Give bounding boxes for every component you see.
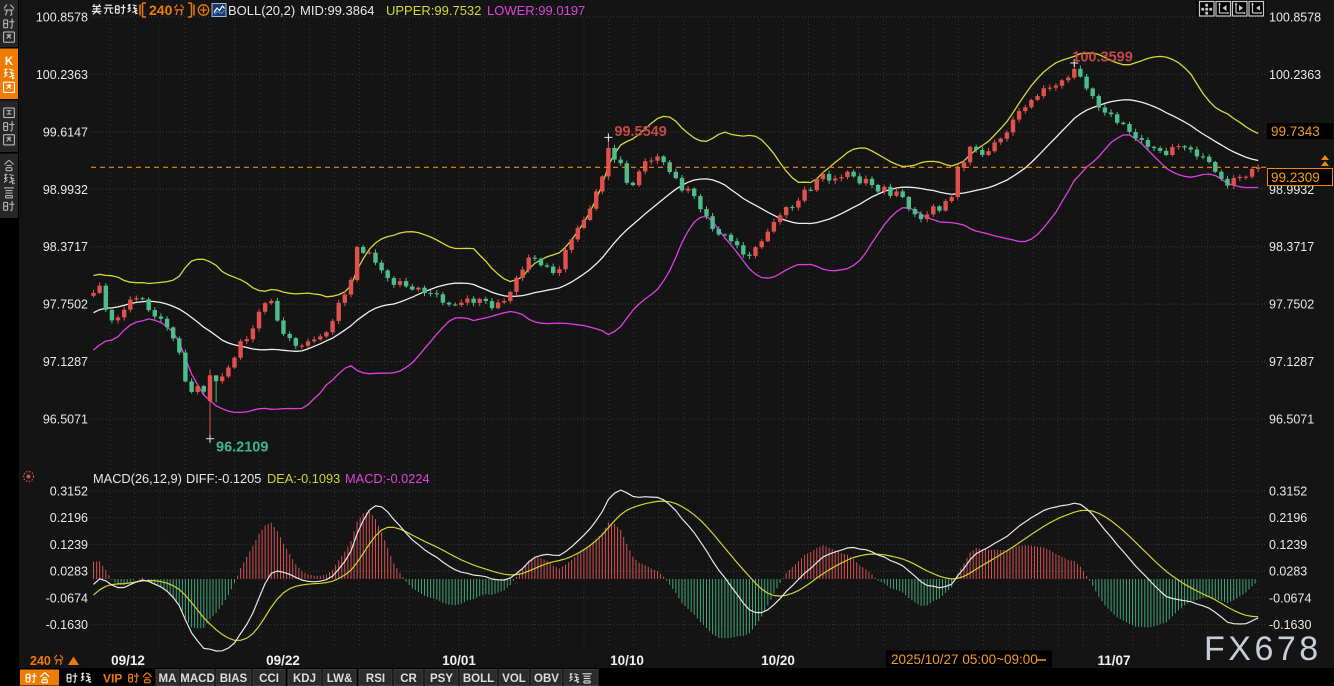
svg-text:11/07: 11/07 [1097, 653, 1130, 668]
svg-text:MACD: MACD [180, 673, 215, 685]
svg-text:96.5071: 96.5071 [1269, 413, 1314, 427]
svg-text:OBV: OBV [534, 673, 559, 685]
svg-text:MID:99.3864: MID:99.3864 [300, 3, 374, 18]
svg-text:97.1287: 97.1287 [43, 355, 88, 369]
svg-text:96.5071: 96.5071 [43, 413, 88, 427]
svg-text:2025/10/27 05:00~09:00: 2025/10/27 05:00~09:00 [891, 652, 1038, 667]
svg-text:BOLL: BOLL [463, 673, 494, 685]
svg-text:10/01: 10/01 [442, 653, 476, 668]
svg-text:0.3152: 0.3152 [50, 484, 88, 498]
svg-text:98.3717: 98.3717 [1269, 240, 1314, 254]
svg-text:CR: CR [400, 673, 417, 685]
svg-text:-0.1630: -0.1630 [46, 618, 88, 632]
svg-text:DEA:-0.1093: DEA:-0.1093 [267, 471, 340, 486]
svg-text:100.2363: 100.2363 [1269, 68, 1321, 82]
svg-text:100.8578: 100.8578 [1269, 11, 1321, 25]
svg-text:0.3152: 0.3152 [1269, 484, 1307, 498]
svg-text:MA: MA [159, 673, 177, 685]
svg-text:CCI: CCI [259, 673, 279, 685]
svg-text:MACD:-0.0224: MACD:-0.0224 [345, 471, 430, 486]
svg-text:98.9932: 98.9932 [43, 183, 88, 197]
svg-text:99.7343: 99.7343 [1271, 124, 1320, 139]
svg-text:100.2363: 100.2363 [36, 68, 88, 82]
svg-text:0.1239: 0.1239 [50, 538, 88, 552]
svg-text:09/12: 09/12 [111, 653, 145, 668]
svg-text:97.7502: 97.7502 [1269, 298, 1314, 312]
svg-text:240: 240 [30, 654, 51, 668]
svg-text:100.3599: 100.3599 [1072, 50, 1132, 66]
svg-text:PSY: PSY [430, 673, 453, 685]
svg-text:98.3717: 98.3717 [43, 240, 88, 254]
svg-text:96.2109: 96.2109 [216, 440, 268, 456]
svg-text:MACD(26,12,9): MACD(26,12,9) [93, 471, 182, 486]
svg-text:0.0283: 0.0283 [1269, 565, 1307, 579]
svg-text:UPPER:99.7532: UPPER:99.7532 [386, 3, 481, 18]
svg-text:LOWER:99.0197: LOWER:99.0197 [487, 3, 585, 18]
svg-text:240: 240 [149, 2, 173, 18]
svg-text:97.1287: 97.1287 [1269, 355, 1314, 369]
svg-text:K: K [5, 56, 14, 68]
svg-text:RSI: RSI [366, 673, 385, 685]
svg-text:KDJ: KDJ [293, 673, 316, 685]
svg-text:0.2196: 0.2196 [1269, 511, 1307, 525]
svg-text:VOL: VOL [502, 673, 526, 685]
svg-text:0.0283: 0.0283 [50, 565, 88, 579]
svg-text:97.7502: 97.7502 [43, 298, 88, 312]
svg-text:-0.0674: -0.0674 [46, 591, 88, 605]
svg-text:10/10: 10/10 [610, 653, 644, 668]
svg-text:99.5549: 99.5549 [614, 124, 666, 140]
svg-text:99.2309: 99.2309 [1271, 170, 1320, 185]
svg-text:0.1239: 0.1239 [1269, 538, 1307, 552]
svg-text:VIP: VIP [103, 672, 122, 686]
svg-text:BIAS: BIAS [220, 673, 248, 685]
svg-text:99.6147: 99.6147 [43, 125, 88, 139]
svg-text:LW&: LW& [327, 673, 353, 685]
svg-text:0.2196: 0.2196 [50, 511, 88, 525]
svg-text:FX678: FX678 [1204, 630, 1322, 668]
svg-text:10/20: 10/20 [761, 653, 795, 668]
svg-text:-0.0674: -0.0674 [1269, 591, 1311, 605]
svg-text:DIFF:-0.1205: DIFF:-0.1205 [186, 471, 261, 486]
svg-text:BOLL(20,2): BOLL(20,2) [228, 3, 295, 18]
svg-text:09/22: 09/22 [266, 653, 300, 668]
svg-text:100.8578: 100.8578 [36, 11, 88, 25]
